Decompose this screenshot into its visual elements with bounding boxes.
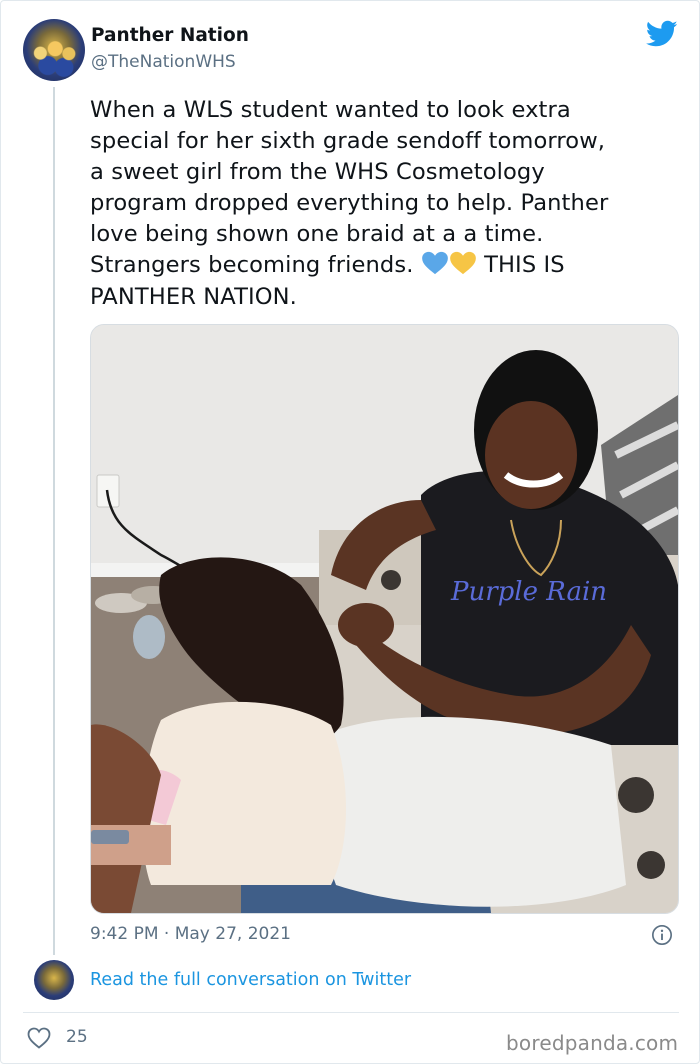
author-avatar[interactable] xyxy=(23,19,85,81)
tweet-photo[interactable]: Purple Rain xyxy=(90,324,679,914)
thread-line xyxy=(53,87,55,955)
tweet-timestamp[interactable]: 9:42 PM · May 27, 2021 xyxy=(90,924,291,944)
watermark: boredpanda.com xyxy=(506,1031,679,1055)
author-handle[interactable]: @TheNationWHS xyxy=(91,52,236,72)
read-conversation-link[interactable]: Read the full conversation on Twitter xyxy=(90,970,411,990)
svg-text:Purple Rain: Purple Rain xyxy=(450,577,607,607)
heart-icon[interactable] xyxy=(27,1027,51,1049)
blue-heart-emoji-icon xyxy=(421,252,448,275)
twitter-bird-icon[interactable] xyxy=(646,20,678,48)
reply-avatar[interactable] xyxy=(34,960,74,1000)
like-count: 25 xyxy=(66,1027,88,1047)
divider xyxy=(23,1012,679,1013)
author-name[interactable]: Panther Nation xyxy=(91,25,249,46)
yellow-heart-emoji-icon xyxy=(449,252,476,275)
info-icon[interactable] xyxy=(651,924,673,946)
tweet-text: When a WLS student wanted to look extra … xyxy=(90,95,680,313)
tweet-card: Panther Nation @TheNationWHS When a WLS … xyxy=(0,0,700,1064)
